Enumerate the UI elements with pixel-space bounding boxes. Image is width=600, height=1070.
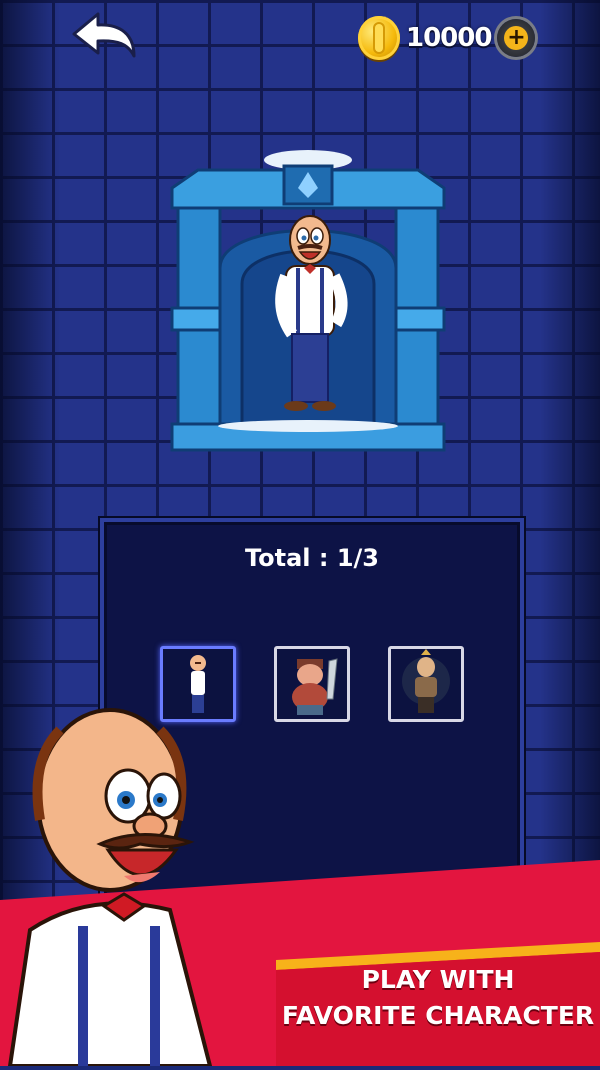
- coin-counter: 10000 +: [358, 14, 538, 62]
- back-button[interactable]: [68, 10, 140, 64]
- gold-coin-icon: [358, 16, 400, 60]
- ice-window: [168, 148, 448, 458]
- character-slot-warrior[interactable]: [388, 646, 464, 722]
- coin-amount: 10000: [406, 23, 492, 53]
- add-coins-button[interactable]: +: [497, 19, 536, 57]
- promo-line-2: FAVORITE CHARACTER: [281, 1001, 595, 1030]
- promo-line-1: PLAY WITH: [361, 965, 515, 994]
- back-arrow-icon: [72, 12, 136, 58]
- total-count-label: Total : 1/3: [244, 544, 380, 572]
- plus-icon: +: [504, 26, 529, 50]
- promo-banner-text: PLAY WITH FAVORITE CHARACTER: [276, 962, 600, 1034]
- warrior-character-icon: [402, 649, 450, 713]
- character-slot-pirate[interactable]: [274, 646, 350, 722]
- pirate-character-icon: [292, 658, 338, 715]
- mascot-character: [0, 700, 280, 1068]
